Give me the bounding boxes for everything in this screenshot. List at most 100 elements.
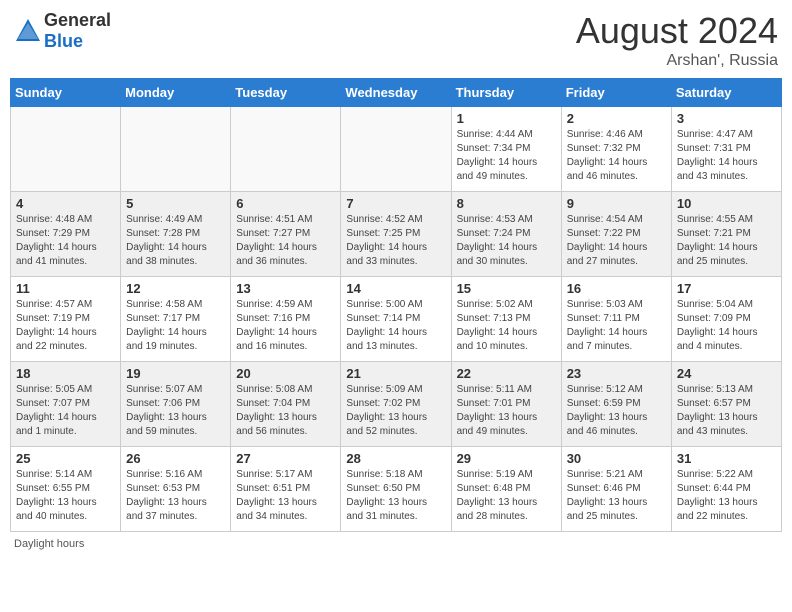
day-number: 20 bbox=[236, 366, 335, 381]
calendar-cell: 13 Sunrise: 4:59 AM Sunset: 7:16 PM Dayli… bbox=[231, 277, 341, 362]
day-number: 1 bbox=[457, 111, 556, 126]
day-info: Sunrise: 4:58 AM Sunset: 7:17 PM Dayligh… bbox=[126, 298, 225, 354]
day-info: Sunrise: 5:08 AM Sunset: 7:04 PM Dayligh… bbox=[236, 383, 335, 439]
calendar-cell: 9 Sunrise: 4:54 AM Sunset: 7:22 PM Daylig… bbox=[561, 192, 671, 277]
calendar-cell: 30 Sunrise: 5:21 AM Sunset: 6:46 PM Dayli… bbox=[561, 447, 671, 532]
day-number: 31 bbox=[677, 451, 776, 466]
day-header-wednesday: Wednesday bbox=[341, 79, 451, 107]
day-info: Sunrise: 5:13 AM Sunset: 6:57 PM Dayligh… bbox=[677, 383, 776, 439]
day-number: 9 bbox=[567, 196, 666, 211]
day-info: Sunrise: 4:44 AM Sunset: 7:34 PM Dayligh… bbox=[457, 128, 556, 184]
day-number: 30 bbox=[567, 451, 666, 466]
calendar-cell: 1 Sunrise: 4:44 AM Sunset: 7:34 PM Daylig… bbox=[451, 107, 561, 192]
day-info: Sunrise: 5:09 AM Sunset: 7:02 PM Dayligh… bbox=[346, 383, 445, 439]
day-header-saturday: Saturday bbox=[671, 79, 781, 107]
calendar-cell bbox=[121, 107, 231, 192]
day-number: 22 bbox=[457, 366, 556, 381]
day-info: Sunrise: 4:52 AM Sunset: 7:25 PM Dayligh… bbox=[346, 213, 445, 269]
header-row: SundayMondayTuesdayWednesdayThursdayFrid… bbox=[11, 79, 782, 107]
calendar-cell: 22 Sunrise: 5:11 AM Sunset: 7:01 PM Dayli… bbox=[451, 362, 561, 447]
calendar-cell: 20 Sunrise: 5:08 AM Sunset: 7:04 PM Dayli… bbox=[231, 362, 341, 447]
day-info: Sunrise: 5:11 AM Sunset: 7:01 PM Dayligh… bbox=[457, 383, 556, 439]
day-number: 17 bbox=[677, 281, 776, 296]
logo-general-text: General bbox=[44, 10, 111, 30]
calendar-cell: 17Sunrise: 5:04 AM Sunset: 7:09 PM Dayli… bbox=[671, 277, 781, 362]
week-row-5: 25Sunrise: 5:14 AM Sunset: 6:55 PM Dayli… bbox=[11, 447, 782, 532]
day-info: Sunrise: 5:19 AM Sunset: 6:48 PM Dayligh… bbox=[457, 468, 556, 524]
day-info: Sunrise: 5:02 AM Sunset: 7:13 PM Dayligh… bbox=[457, 298, 556, 354]
calendar-cell: 25Sunrise: 5:14 AM Sunset: 6:55 PM Dayli… bbox=[11, 447, 121, 532]
day-number: 21 bbox=[346, 366, 445, 381]
day-info: Sunrise: 4:57 AM Sunset: 7:19 PM Dayligh… bbox=[16, 298, 115, 354]
day-number: 5 bbox=[126, 196, 225, 211]
day-number: 6 bbox=[236, 196, 335, 211]
week-row-4: 18Sunrise: 5:05 AM Sunset: 7:07 PM Dayli… bbox=[11, 362, 782, 447]
day-header-sunday: Sunday bbox=[11, 79, 121, 107]
day-info: Sunrise: 4:47 AM Sunset: 7:31 PM Dayligh… bbox=[677, 128, 776, 184]
day-header-monday: Monday bbox=[121, 79, 231, 107]
location-title: Arshan', Russia bbox=[576, 52, 778, 70]
calendar-cell: 23 Sunrise: 5:12 AM Sunset: 6:59 PM Dayli… bbox=[561, 362, 671, 447]
day-info: Sunrise: 5:05 AM Sunset: 7:07 PM Dayligh… bbox=[16, 383, 115, 439]
title-area: August 2024 Arshan', Russia bbox=[576, 10, 778, 70]
calendar-cell: 6 Sunrise: 4:51 AM Sunset: 7:27 PM Daylig… bbox=[231, 192, 341, 277]
calendar-cell: 16Sunrise: 5:03 AM Sunset: 7:11 PM Dayli… bbox=[561, 277, 671, 362]
day-info: Sunrise: 5:03 AM Sunset: 7:11 PM Dayligh… bbox=[567, 298, 666, 354]
day-number: 11 bbox=[16, 281, 115, 296]
day-number: 15 bbox=[457, 281, 556, 296]
calendar-cell: 3 Sunrise: 4:47 AM Sunset: 7:31 PM Daylig… bbox=[671, 107, 781, 192]
logo-blue-text: Blue bbox=[44, 31, 83, 51]
day-number: 29 bbox=[457, 451, 556, 466]
day-number: 26 bbox=[126, 451, 225, 466]
week-row-3: 11 Sunrise: 4:57 AM Sunset: 7:19 PM Dayli… bbox=[11, 277, 782, 362]
day-info: Sunrise: 4:59 AM Sunset: 7:16 PM Dayligh… bbox=[236, 298, 335, 354]
day-header-tuesday: Tuesday bbox=[231, 79, 341, 107]
calendar-cell: 5 Sunrise: 4:49 AM Sunset: 7:28 PM Daylig… bbox=[121, 192, 231, 277]
day-info: Sunrise: 4:51 AM Sunset: 7:27 PM Dayligh… bbox=[236, 213, 335, 269]
calendar-cell: 12 Sunrise: 4:58 AM Sunset: 7:17 PM Dayli… bbox=[121, 277, 231, 362]
day-info: Sunrise: 5:00 AM Sunset: 7:14 PM Dayligh… bbox=[346, 298, 445, 354]
calendar-cell bbox=[11, 107, 121, 192]
day-number: 27 bbox=[236, 451, 335, 466]
calendar-cell: 11 Sunrise: 4:57 AM Sunset: 7:19 PM Dayli… bbox=[11, 277, 121, 362]
day-number: 14 bbox=[346, 281, 445, 296]
calendar-cell: 21 Sunrise: 5:09 AM Sunset: 7:02 PM Dayli… bbox=[341, 362, 451, 447]
day-number: 19 bbox=[126, 366, 225, 381]
day-number: 3 bbox=[677, 111, 776, 126]
month-year-title: August 2024 bbox=[576, 10, 778, 52]
day-number: 2 bbox=[567, 111, 666, 126]
calendar-cell: 28 Sunrise: 5:18 AM Sunset: 6:50 PM Dayli… bbox=[341, 447, 451, 532]
calendar-cell: 27 Sunrise: 5:17 AM Sunset: 6:51 PM Dayli… bbox=[231, 447, 341, 532]
day-number: 7 bbox=[346, 196, 445, 211]
calendar-cell: 8Sunrise: 4:53 AM Sunset: 7:24 PM Daylig… bbox=[451, 192, 561, 277]
calendar-table: SundayMondayTuesdayWednesdayThursdayFrid… bbox=[10, 78, 782, 532]
day-info: Sunrise: 5:07 AM Sunset: 7:06 PM Dayligh… bbox=[126, 383, 225, 439]
header: General Blue August 2024 Arshan', Russia bbox=[10, 10, 782, 70]
day-info: Sunrise: 5:21 AM Sunset: 6:46 PM Dayligh… bbox=[567, 468, 666, 524]
week-row-2: 4Sunrise: 4:48 AM Sunset: 7:29 PM Daylig… bbox=[11, 192, 782, 277]
day-info: Sunrise: 5:16 AM Sunset: 6:53 PM Dayligh… bbox=[126, 468, 225, 524]
day-number: 23 bbox=[567, 366, 666, 381]
day-info: Sunrise: 4:55 AM Sunset: 7:21 PM Dayligh… bbox=[677, 213, 776, 269]
day-header-friday: Friday bbox=[561, 79, 671, 107]
calendar-cell: 19 Sunrise: 5:07 AM Sunset: 7:06 PM Dayli… bbox=[121, 362, 231, 447]
day-info: Sunrise: 5:12 AM Sunset: 6:59 PM Dayligh… bbox=[567, 383, 666, 439]
calendar-cell: 2Sunrise: 4:46 AM Sunset: 7:32 PM Daylig… bbox=[561, 107, 671, 192]
calendar-cell: 24Sunrise: 5:13 AM Sunset: 6:57 PM Dayli… bbox=[671, 362, 781, 447]
day-info: Sunrise: 5:18 AM Sunset: 6:50 PM Dayligh… bbox=[346, 468, 445, 524]
calendar-cell: 15 Sunrise: 5:02 AM Sunset: 7:13 PM Dayli… bbox=[451, 277, 561, 362]
logo: General Blue bbox=[14, 10, 111, 52]
day-header-thursday: Thursday bbox=[451, 79, 561, 107]
calendar-cell: 7 Sunrise: 4:52 AM Sunset: 7:25 PM Daylig… bbox=[341, 192, 451, 277]
calendar-cell: 29 Sunrise: 5:19 AM Sunset: 6:48 PM Dayli… bbox=[451, 447, 561, 532]
day-number: 12 bbox=[126, 281, 225, 296]
day-number: 13 bbox=[236, 281, 335, 296]
day-info: Sunrise: 4:49 AM Sunset: 7:28 PM Dayligh… bbox=[126, 213, 225, 269]
day-info: Sunrise: 5:17 AM Sunset: 6:51 PM Dayligh… bbox=[236, 468, 335, 524]
calendar-cell: 14 Sunrise: 5:00 AM Sunset: 7:14 PM Dayli… bbox=[341, 277, 451, 362]
calendar-cell: 26 Sunrise: 5:16 AM Sunset: 6:53 PM Dayli… bbox=[121, 447, 231, 532]
day-number: 28 bbox=[346, 451, 445, 466]
day-info: Sunrise: 4:54 AM Sunset: 7:22 PM Dayligh… bbox=[567, 213, 666, 269]
logo-icon bbox=[14, 17, 42, 45]
day-info: Sunrise: 5:22 AM Sunset: 6:44 PM Dayligh… bbox=[677, 468, 776, 524]
